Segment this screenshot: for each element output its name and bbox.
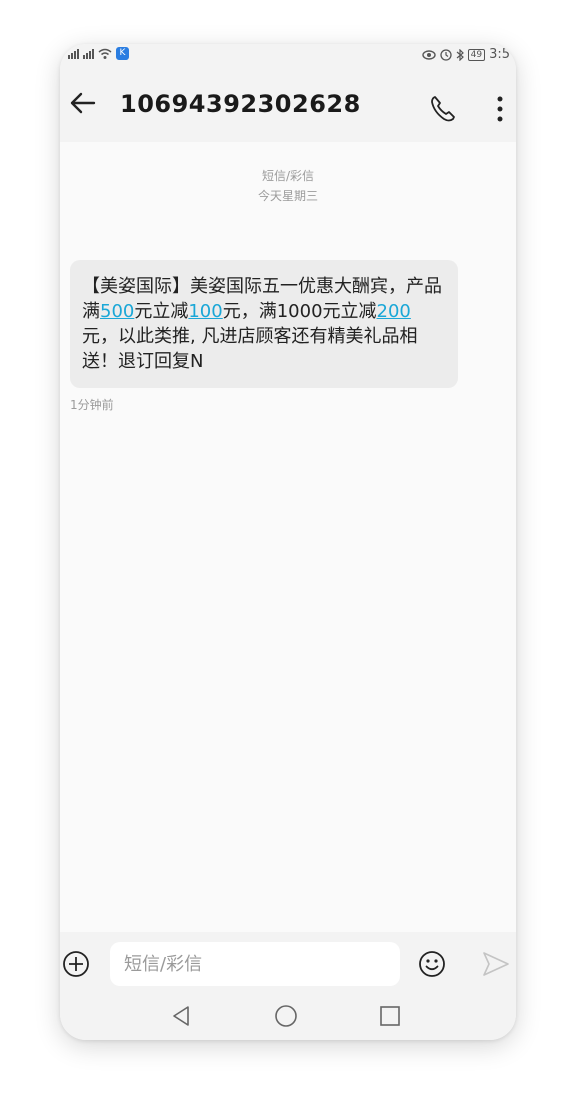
more-vertical-icon[interactable] (488, 94, 512, 124)
contact-title: 10694392302628 (120, 90, 361, 118)
nav-recent-square-icon[interactable] (378, 1004, 402, 1028)
message-text: 元立减 (134, 301, 189, 322)
signal-icon (68, 48, 79, 59)
smiley-icon[interactable] (418, 950, 446, 978)
vpn-badge-icon: K (116, 47, 129, 60)
message-bubble[interactable]: 【美姿国际】美姿国际五一优惠大酬宾，产品满500元立减100元，满1000元立减… (70, 260, 458, 388)
message-link-500[interactable]: 500 (100, 301, 134, 322)
message-text: 元，满1000元立减 (222, 301, 377, 322)
message-type-label: 短信/彩信 (261, 169, 315, 183)
status-time: 3:5 (489, 47, 510, 62)
status-bar: K 49 3:5 (60, 44, 516, 66)
message-text: 元，以此类推, 凡进店顾客还有精美礼品相送！退订回复N (82, 326, 418, 372)
navigation-bar (60, 992, 516, 1040)
message-link-100[interactable]: 100 (188, 301, 222, 322)
message-input[interactable] (110, 942, 400, 986)
alarm-icon (439, 48, 452, 61)
back-arrow-icon[interactable] (68, 88, 98, 118)
send-icon[interactable] (482, 951, 510, 977)
input-bar (60, 932, 516, 992)
nav-home-circle-icon[interactable] (274, 1004, 298, 1028)
date-block: 短信/彩信 今天星期三 (60, 166, 516, 206)
bluetooth-icon (456, 48, 464, 61)
signal-icon-2 (83, 48, 94, 59)
wifi-icon (98, 48, 112, 59)
status-left: K (68, 47, 129, 60)
battery-icon: 49 (467, 48, 486, 61)
status-right: 49 3:5 (421, 47, 510, 62)
message-link-200[interactable]: 200 (377, 301, 411, 322)
message-timestamp: 1分钟前 (70, 398, 114, 412)
conversation-header: 10694392302628 (60, 66, 516, 142)
date-label: 今天星期三 (257, 189, 318, 203)
plus-circle-icon[interactable] (62, 950, 90, 978)
conversation-area[interactable]: 短信/彩信 今天星期三 【美姿国际】美姿国际五一优惠大酬宾，产品满500元立减1… (60, 142, 516, 932)
phone-icon[interactable] (428, 94, 458, 124)
phone-screen: K 49 3:5 10694392302628 短信/彩信 今天星期三 【美姿国… (60, 44, 516, 1040)
eye-icon (421, 49, 436, 60)
nav-back-triangle-icon[interactable] (170, 1004, 194, 1028)
